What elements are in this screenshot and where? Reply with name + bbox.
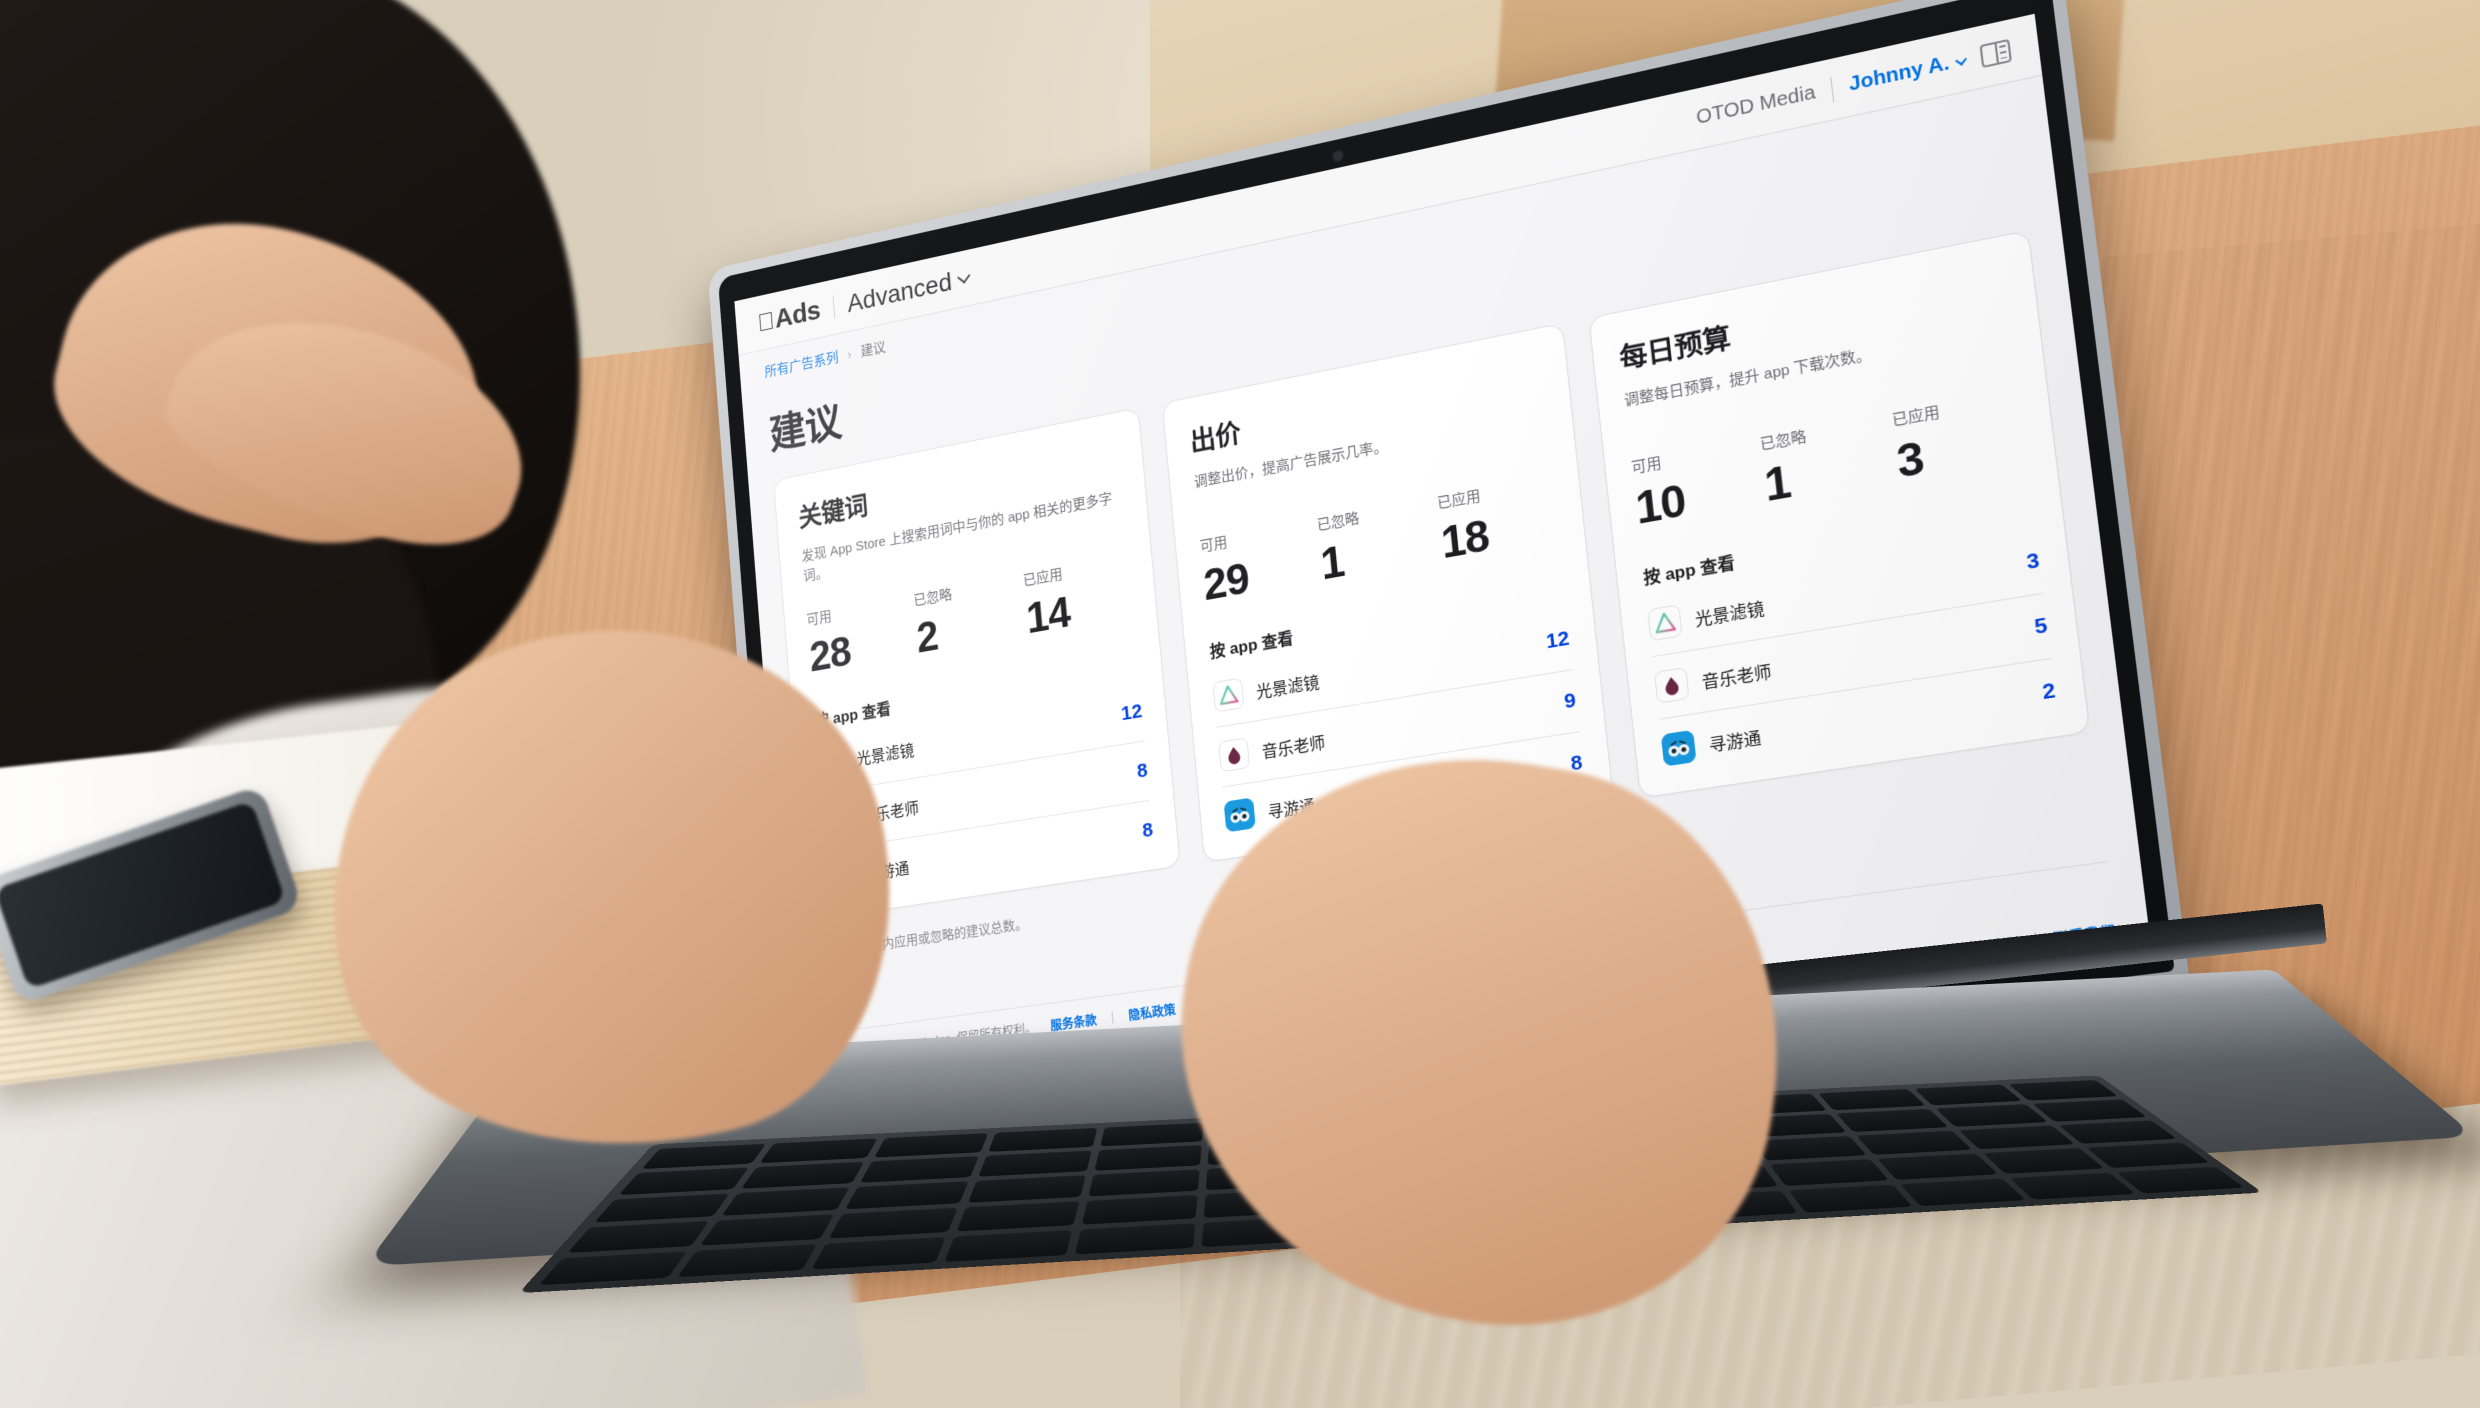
purple-droplet-app-icon xyxy=(1653,666,1690,704)
macbook-pro-laptop: Ads Advanced OTOD Media xyxy=(0,0,2480,1408)
stat-ignored: 已忽略 2 xyxy=(913,572,1022,663)
chevron-down-icon xyxy=(1955,53,1967,66)
photo-scene: Ads Advanced OTOD Media xyxy=(0,0,2480,1408)
breadcrumb-separator-icon: › xyxy=(846,346,852,362)
purple-droplet-app-icon xyxy=(1218,737,1251,773)
user-name: Johnny A. xyxy=(1847,52,1951,96)
app-count: 12 xyxy=(1545,626,1571,654)
user-menu[interactable]: Johnny A. xyxy=(1847,49,1967,97)
brand-name: Ads xyxy=(757,295,821,338)
stat-applied: 已应用 14 xyxy=(1022,551,1134,643)
stat-available: 可用 29 xyxy=(1199,516,1316,610)
stat-available: 可用 10 xyxy=(1630,435,1759,535)
prism-triangle-app-icon xyxy=(1646,604,1683,642)
app-count: 9 xyxy=(1563,688,1577,714)
apple-logo-icon:  xyxy=(756,306,775,338)
stat-ignored: 已忽略 1 xyxy=(1316,494,1436,590)
prism-triangle-app-icon xyxy=(1212,677,1245,713)
stat-available: 可用 28 xyxy=(806,592,912,681)
webcam-icon xyxy=(1333,150,1343,162)
blue-binoculars-app-icon xyxy=(1660,729,1697,767)
account-divider xyxy=(1830,76,1835,102)
app-count: 5 xyxy=(2033,613,2049,640)
app-count: 8 xyxy=(1135,758,1149,783)
edition-label: Advanced xyxy=(829,267,953,321)
app-count: 2 xyxy=(2041,678,2057,705)
stat-applied: 已应用 3 xyxy=(1891,386,2028,489)
sidebar-panel-icon[interactable] xyxy=(1979,38,2013,69)
app-count: 3 xyxy=(2025,548,2041,575)
organization-name: OTOD Media xyxy=(1695,81,1817,129)
stat-applied: 已应用 18 xyxy=(1436,472,1560,569)
apple-ads-logo[interactable]: Ads xyxy=(756,295,821,339)
chevron-down-icon xyxy=(957,269,971,284)
brand-divider xyxy=(832,295,836,319)
stat-ignored: 已忽略 1 xyxy=(1759,411,1892,512)
card-daily-budget[interactable]: 每日预算 调整每日预算，提升 app 下载次数。 可用 10 已忽略 1 已应用… xyxy=(1587,229,2091,799)
app-count: 12 xyxy=(1120,699,1143,725)
blue-binoculars-app-icon xyxy=(1223,797,1257,833)
app-count: 8 xyxy=(1141,818,1154,842)
footer-separator: | xyxy=(1110,1008,1115,1024)
